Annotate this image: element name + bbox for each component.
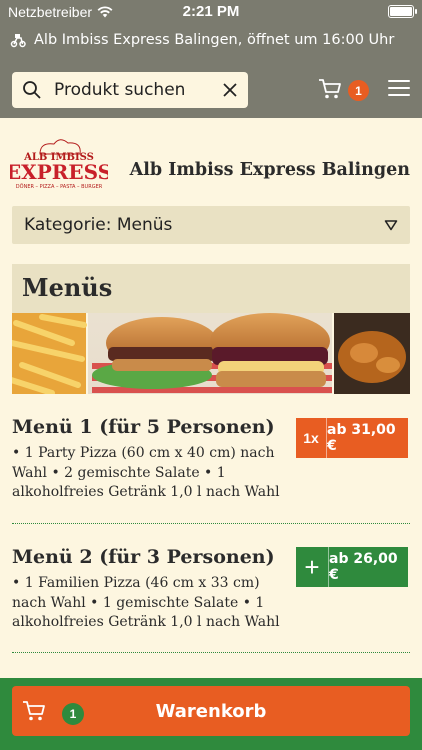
search-input[interactable]: Produkt suchen <box>54 80 222 100</box>
cart-count-badge: 1 <box>348 80 369 101</box>
status-bar: Netzbetreiber 2:21 PM <box>0 0 422 24</box>
category-label: Kategorie: Menüs <box>24 215 173 235</box>
dropdown-triangle-icon <box>384 220 398 231</box>
opening-notice: Alb Imbiss Express Balingen, öffnet um 1… <box>10 30 394 50</box>
svg-text:EXPRESS: EXPRESS <box>10 160 108 184</box>
item-description: • 1 Familien Pizza (46 cm x 33 cm) nach … <box>12 575 280 630</box>
item-price: ab 26,00 € <box>328 547 408 587</box>
cart-icon <box>319 79 341 99</box>
section-banner-image <box>12 313 410 394</box>
item-description: • 1 Party Pizza (60 cm x 40 cm) nach Wah… <box>12 445 280 500</box>
section-title: Menüs <box>12 264 410 313</box>
category-select[interactable]: Kategorie: Menüs <box>12 206 410 244</box>
cart-button[interactable]: 1 Warenkorb <box>12 686 410 736</box>
store-title: Alb Imbiss Express Balingen <box>129 160 410 180</box>
header-cart-button[interactable]: 1 <box>318 78 372 104</box>
add-to-cart-button[interactable]: + ab 26,00 € <box>296 547 408 587</box>
add-to-cart-button[interactable]: 1x ab 31,00 € <box>296 418 408 458</box>
item-price: ab 31,00 € <box>326 418 408 458</box>
battery-icon <box>388 5 417 18</box>
svg-text:DÖNER – PIZZA – PASTA – BURGER: DÖNER – PIZZA – PASTA – BURGER <box>16 183 103 190</box>
clear-search-icon[interactable] <box>222 82 238 98</box>
moped-icon <box>10 34 26 48</box>
opening-notice-text: Alb Imbiss Express Balingen, öffnet um 1… <box>34 32 395 48</box>
item-quantity: 1x <box>296 418 326 458</box>
item-divider <box>12 523 410 524</box>
top-header: Netzbetreiber 2:21 PM Alb Imbiss Express… <box>0 0 422 118</box>
store-logo: ALB IMBISS EXPRESS DÖNER – PIZZA – PASTA… <box>6 138 112 190</box>
cart-button-label: Warenkorb <box>155 700 267 722</box>
status-time: 2:21 PM <box>182 3 240 20</box>
item-divider <box>12 652 410 653</box>
plus-icon: + <box>296 547 328 587</box>
hamburger-menu-icon[interactable] <box>388 80 410 98</box>
search-icon <box>23 81 41 99</box>
search-bar[interactable]: Produkt suchen <box>12 72 248 108</box>
